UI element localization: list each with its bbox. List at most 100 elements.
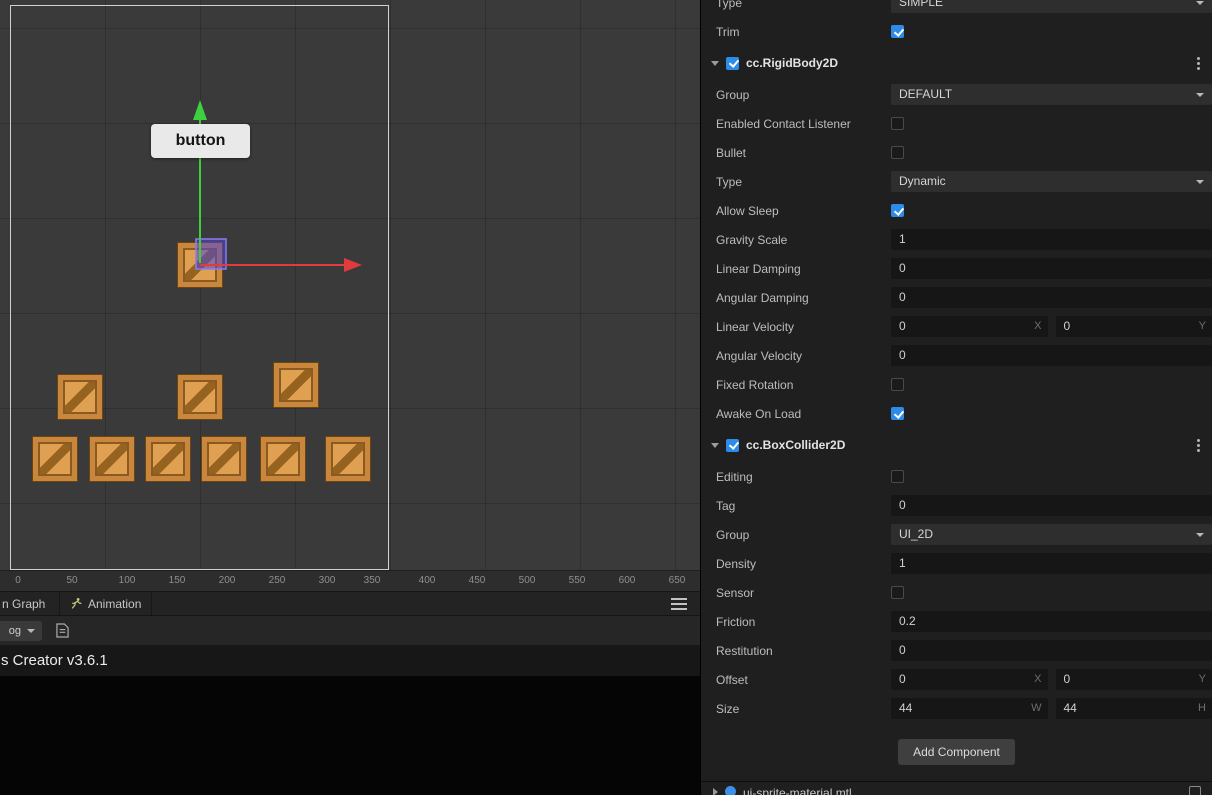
prop-row-fixed-rotation: Fixed Rotation — [701, 370, 1212, 399]
tag-input[interactable]: 0 — [891, 495, 1212, 516]
fixed-rotation-checkbox[interactable] — [891, 378, 904, 391]
crate-sprite[interactable] — [202, 437, 246, 481]
crate-sprite[interactable] — [33, 437, 77, 481]
design-canvas-outline — [10, 5, 389, 570]
size-w-input[interactable]: 44 W — [891, 698, 1048, 719]
button-node[interactable]: button — [151, 124, 250, 158]
collapse-chevron-right-icon[interactable] — [713, 788, 718, 795]
prop-label: Awake On Load — [716, 406, 802, 421]
restitution-input[interactable]: 0 — [891, 640, 1212, 661]
component-header-boxcollider2d: cc.BoxCollider2D — [701, 428, 1212, 462]
crate-sprite-selected[interactable] — [178, 243, 222, 287]
ruler-tick: 300 — [318, 575, 336, 586]
prop-label: Group — [716, 87, 750, 102]
chevron-down-icon — [1196, 93, 1204, 97]
ruler-tick: 0 — [15, 575, 21, 586]
prop-label: Fixed Rotation — [716, 377, 794, 392]
crate-sprite[interactable] — [274, 363, 318, 407]
button-node-label: button — [175, 132, 226, 149]
material-asset-row[interactable]: ui-sprite-material.mtl — [701, 781, 1212, 795]
prop-label: Size — [716, 701, 740, 716]
prop-label: Type — [716, 174, 743, 189]
axis-h-label: H — [1198, 702, 1206, 714]
material-edit-icon[interactable] — [1189, 786, 1201, 795]
component-header-rigidbody2d: cc.RigidBody2D — [701, 46, 1212, 80]
crate-sprite[interactable] — [178, 375, 222, 419]
linear-damping-input[interactable]: 0 — [891, 258, 1212, 279]
angular-velocity-input[interactable]: 0 — [891, 345, 1212, 366]
contact-listener-checkbox[interactable] — [891, 117, 904, 130]
component-menu-icon[interactable] — [1197, 443, 1200, 447]
prop-row-body-type: Type Dynamic — [701, 167, 1212, 196]
prop-row-group: Group DEFAULT — [701, 80, 1212, 109]
density-input[interactable]: 1 — [891, 553, 1212, 574]
ruler-tick: 200 — [218, 575, 236, 586]
clear-log-button[interactable] — [56, 623, 69, 638]
linear-velocity-x-input[interactable]: 0 X — [891, 316, 1048, 337]
prop-row-awake-on-load: Awake On Load — [701, 399, 1212, 428]
axis-y-label: Y — [1198, 673, 1206, 685]
prop-label: Group — [716, 527, 750, 542]
prop-row-collider-group: Group UI_2D — [701, 520, 1212, 549]
collapse-chevron-icon[interactable] — [711, 442, 719, 448]
ruler-tick: 600 — [618, 575, 636, 586]
ruler-tick: 400 — [418, 575, 436, 586]
inspector-panel: Type SIMPLE Trim cc.RigidBody2D Group DE… — [700, 0, 1212, 795]
crate-sprite[interactable] — [146, 437, 190, 481]
ruler-tick: 350 — [363, 575, 381, 586]
log-level-dropdown[interactable]: og — [0, 620, 42, 641]
prop-row-size: Size 44 W 44 H — [701, 694, 1212, 723]
body-type-dropdown[interactable]: Dynamic — [891, 171, 1212, 192]
animation-icon — [71, 598, 82, 609]
ruler-tick: 650 — [668, 575, 686, 586]
friction-input[interactable]: 0.2 — [891, 611, 1212, 632]
bullet-checkbox[interactable] — [891, 146, 904, 159]
prop-label: Offset — [716, 672, 748, 687]
prop-label: Trim — [716, 24, 740, 39]
linear-velocity-y-input[interactable]: 0 Y — [1055, 316, 1212, 337]
prop-row-density: Density 1 — [701, 549, 1212, 578]
axis-x-label: X — [1034, 320, 1042, 332]
prop-label: Linear Damping — [716, 261, 801, 276]
allow-sleep-checkbox[interactable] — [891, 204, 904, 217]
prop-label: Allow Sleep — [716, 203, 779, 218]
cocos-creator-window: button 0 50 100 150 200 250 300 350 400 … — [0, 0, 1212, 795]
tab-animation[interactable]: Animation — [60, 592, 153, 615]
sensor-checkbox[interactable] — [891, 586, 904, 599]
prop-label: Density — [716, 556, 757, 571]
component-enabled-checkbox[interactable] — [726, 56, 739, 70]
add-component-button[interactable]: Add Component — [898, 739, 1015, 765]
collider-group-dropdown[interactable]: UI_2D — [891, 524, 1212, 545]
awake-on-load-checkbox[interactable] — [891, 407, 904, 420]
editing-checkbox[interactable] — [891, 470, 904, 483]
axis-y-label: Y — [1198, 320, 1206, 332]
rigidbody-group-dropdown[interactable]: DEFAULT — [891, 84, 1212, 105]
scene-viewport[interactable]: button 0 50 100 150 200 250 300 350 400 … — [0, 0, 700, 591]
size-h-input[interactable]: 44 H — [1055, 698, 1212, 719]
prop-row-linear-damping: Linear Damping 0 — [701, 254, 1212, 283]
prop-row-gravity-scale: Gravity Scale 1 — [701, 225, 1212, 254]
console-toolbar: og — [0, 615, 700, 645]
gravity-scale-input[interactable]: 1 — [891, 229, 1212, 250]
crate-sprite[interactable] — [261, 437, 305, 481]
crate-sprite[interactable] — [58, 375, 102, 419]
trim-checkbox[interactable] — [891, 25, 904, 38]
crate-sprite[interactable] — [90, 437, 134, 481]
collapse-chevron-icon[interactable] — [711, 60, 719, 66]
ruler-tick: 250 — [268, 575, 286, 586]
angular-damping-input[interactable]: 0 — [891, 287, 1212, 308]
component-enabled-checkbox[interactable] — [726, 438, 739, 452]
prop-row-angular-velocity: Angular Velocity 0 — [701, 341, 1212, 370]
offset-x-input[interactable]: 0 X — [891, 669, 1048, 690]
prop-row-bullet: Bullet — [701, 138, 1212, 167]
offset-y-input[interactable]: 0 Y — [1055, 669, 1212, 690]
sprite-type-dropdown[interactable]: SIMPLE — [891, 0, 1212, 13]
tab-animation-graph[interactable]: n Graph — [0, 592, 60, 615]
panel-menu-icon[interactable] — [671, 602, 687, 605]
prop-label: Linear Velocity — [716, 319, 795, 334]
chevron-down-icon — [27, 628, 35, 633]
component-menu-icon[interactable] — [1197, 61, 1200, 65]
bottom-panel-tabbar: n Graph Animation — [0, 591, 700, 615]
prop-row-linear-velocity: Linear Velocity 0 X 0 Y — [701, 312, 1212, 341]
crate-sprite[interactable] — [326, 437, 370, 481]
